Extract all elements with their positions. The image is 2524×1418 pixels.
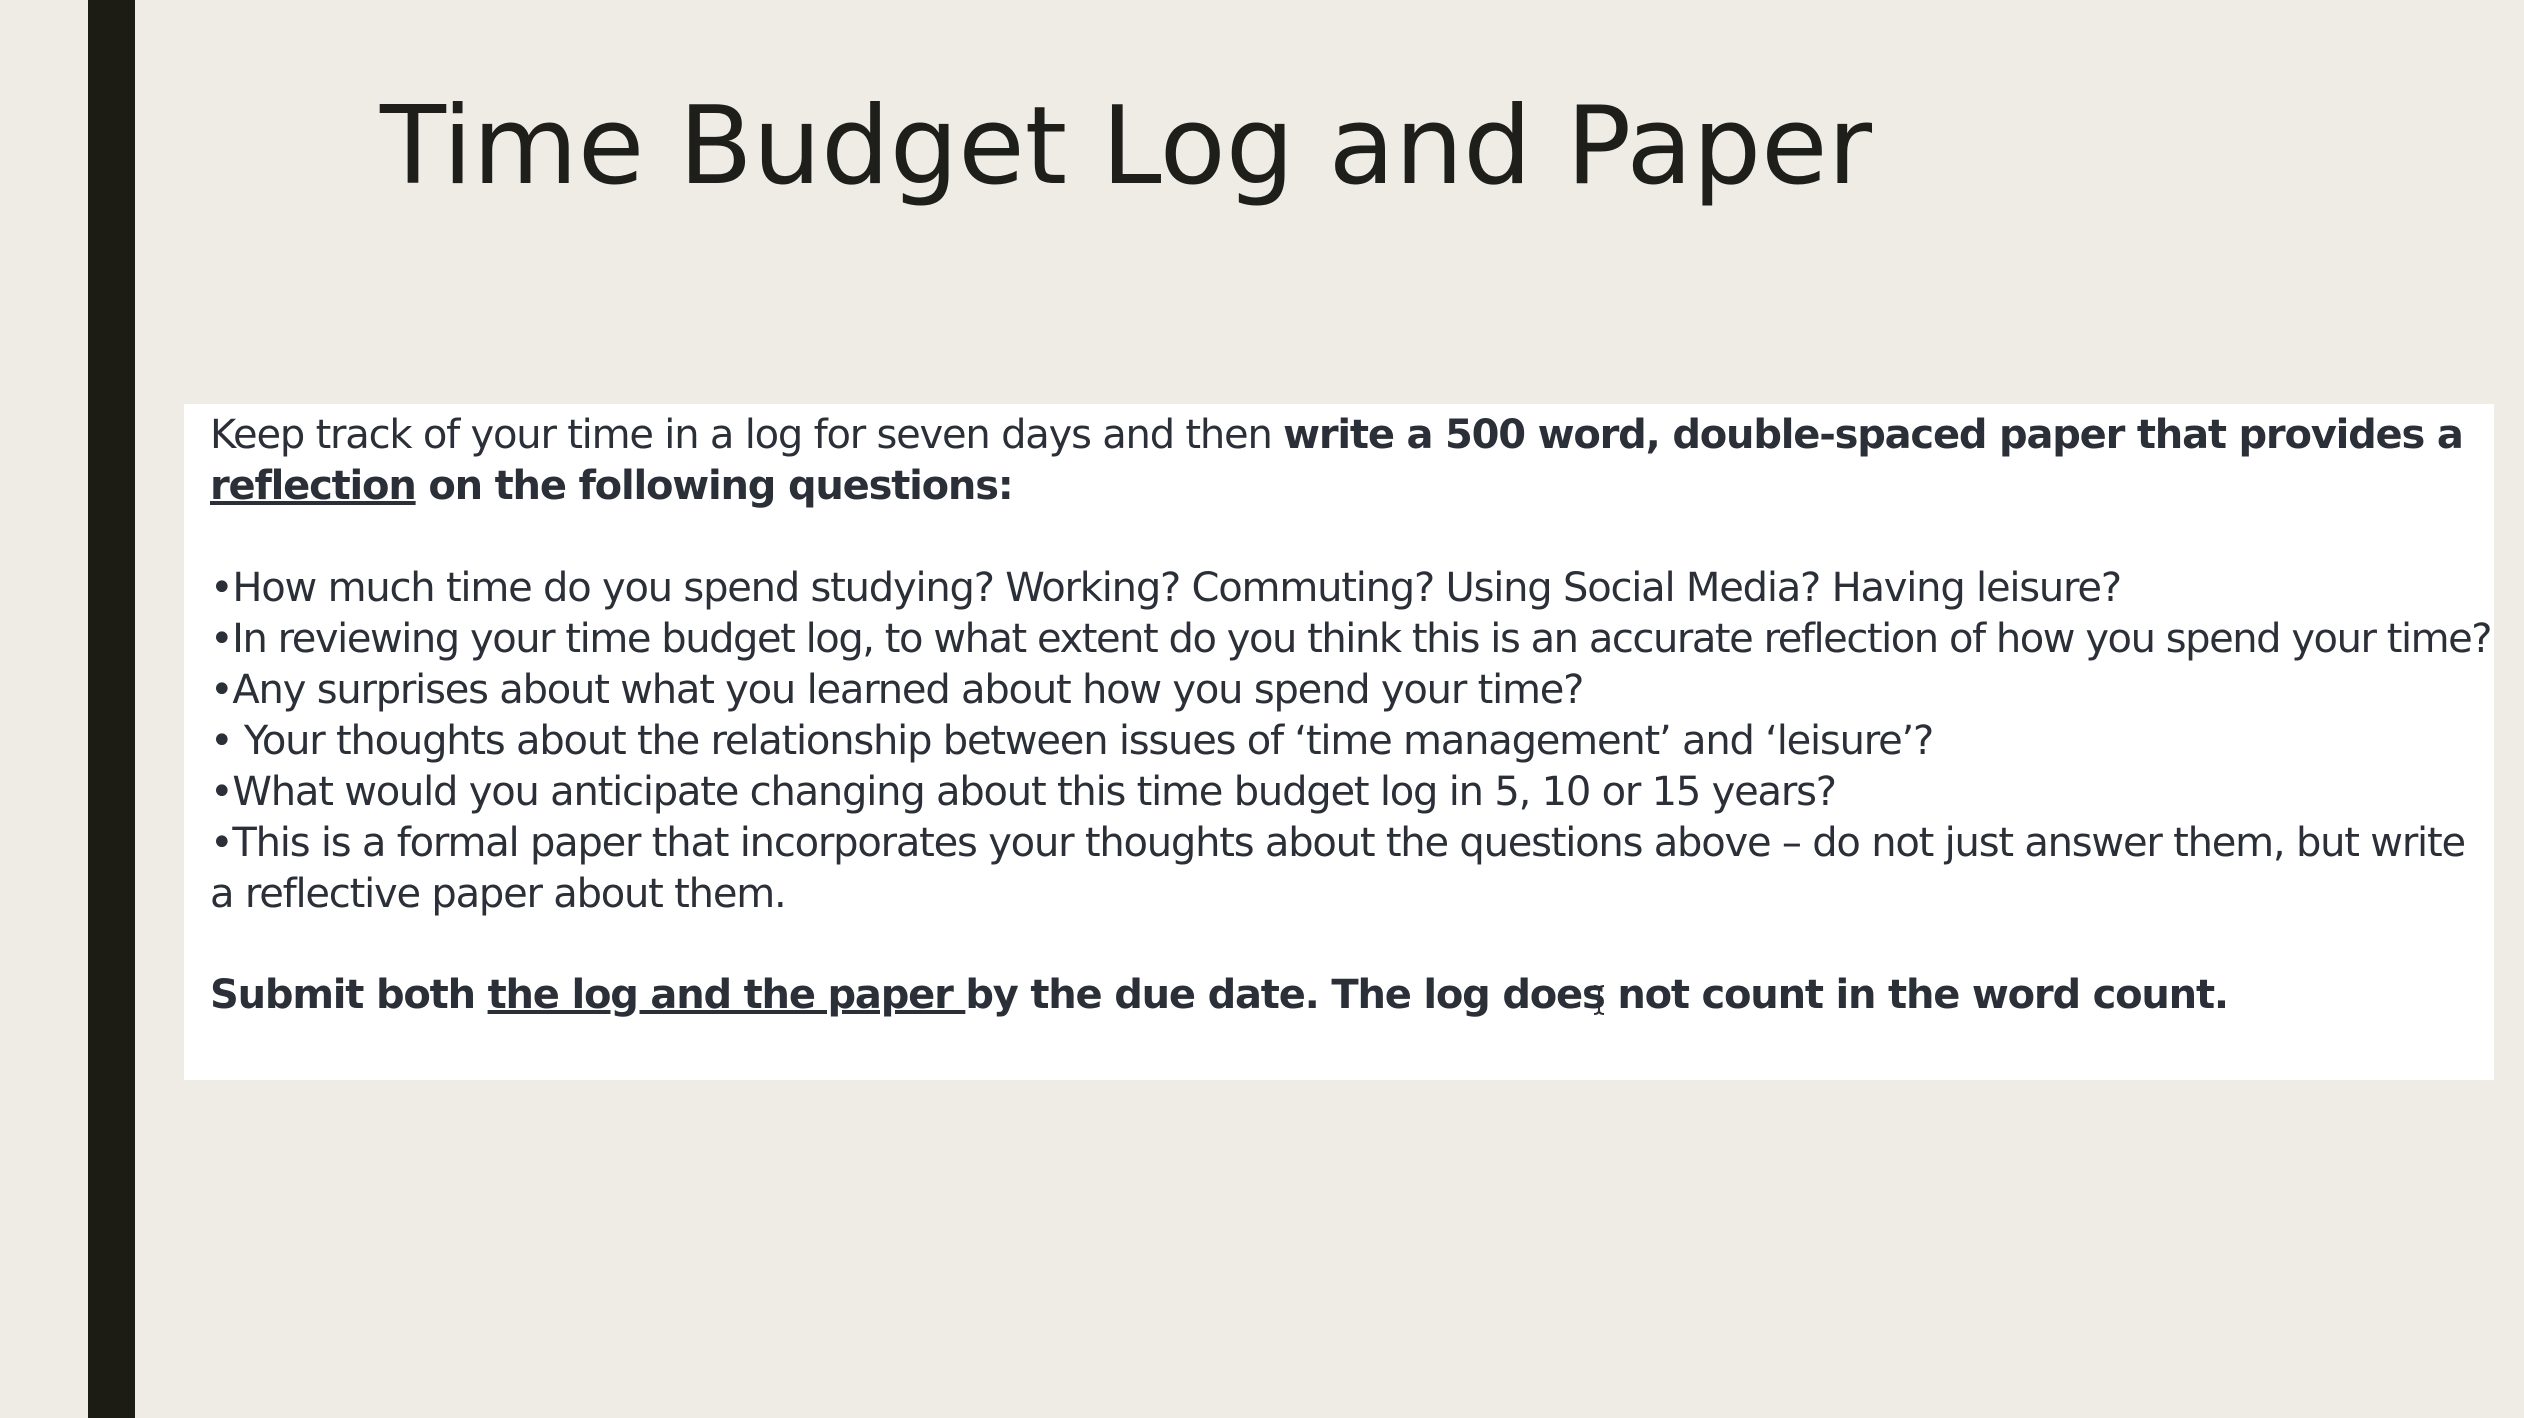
question-item: •This is a formal paper that incorporate…	[210, 820, 2466, 917]
submit-underlined-text: the log and the paper	[487, 972, 966, 1018]
question-item: •In reviewing your time budget log, to w…	[210, 616, 2493, 662]
question-item: •How much time do you spend studying? Wo…	[210, 565, 2122, 611]
intro-bold-text: write a 500 word, double-spaced paper th…	[1283, 412, 2464, 458]
slide-title: Time Budget Log and Paper	[380, 84, 1873, 209]
submit-instructions: Submit both the log and the paper by the…	[210, 970, 2480, 1021]
side-accent-bar	[88, 0, 135, 1418]
submit-text: Submit both	[210, 972, 488, 1018]
content-box: Keep track of your time in a log for sev…	[184, 404, 2494, 1080]
intro-bold-tail: on the following questions:	[415, 463, 1013, 509]
question-list: •How much time do you spend studying? Wo…	[210, 563, 2493, 920]
question-item: •Any surprises about what you learned ab…	[210, 667, 1584, 713]
intro-paragraph: Keep track of your time in a log for sev…	[210, 410, 2480, 512]
text-cursor-icon	[1593, 985, 1605, 1015]
question-item: • Your thoughts about the relationship b…	[210, 718, 1934, 764]
question-item: •What would you anticipate changing abou…	[210, 769, 1837, 815]
intro-text: Keep track of your time in a log for sev…	[210, 412, 1284, 458]
reflection-emphasis: reflection	[210, 463, 417, 509]
